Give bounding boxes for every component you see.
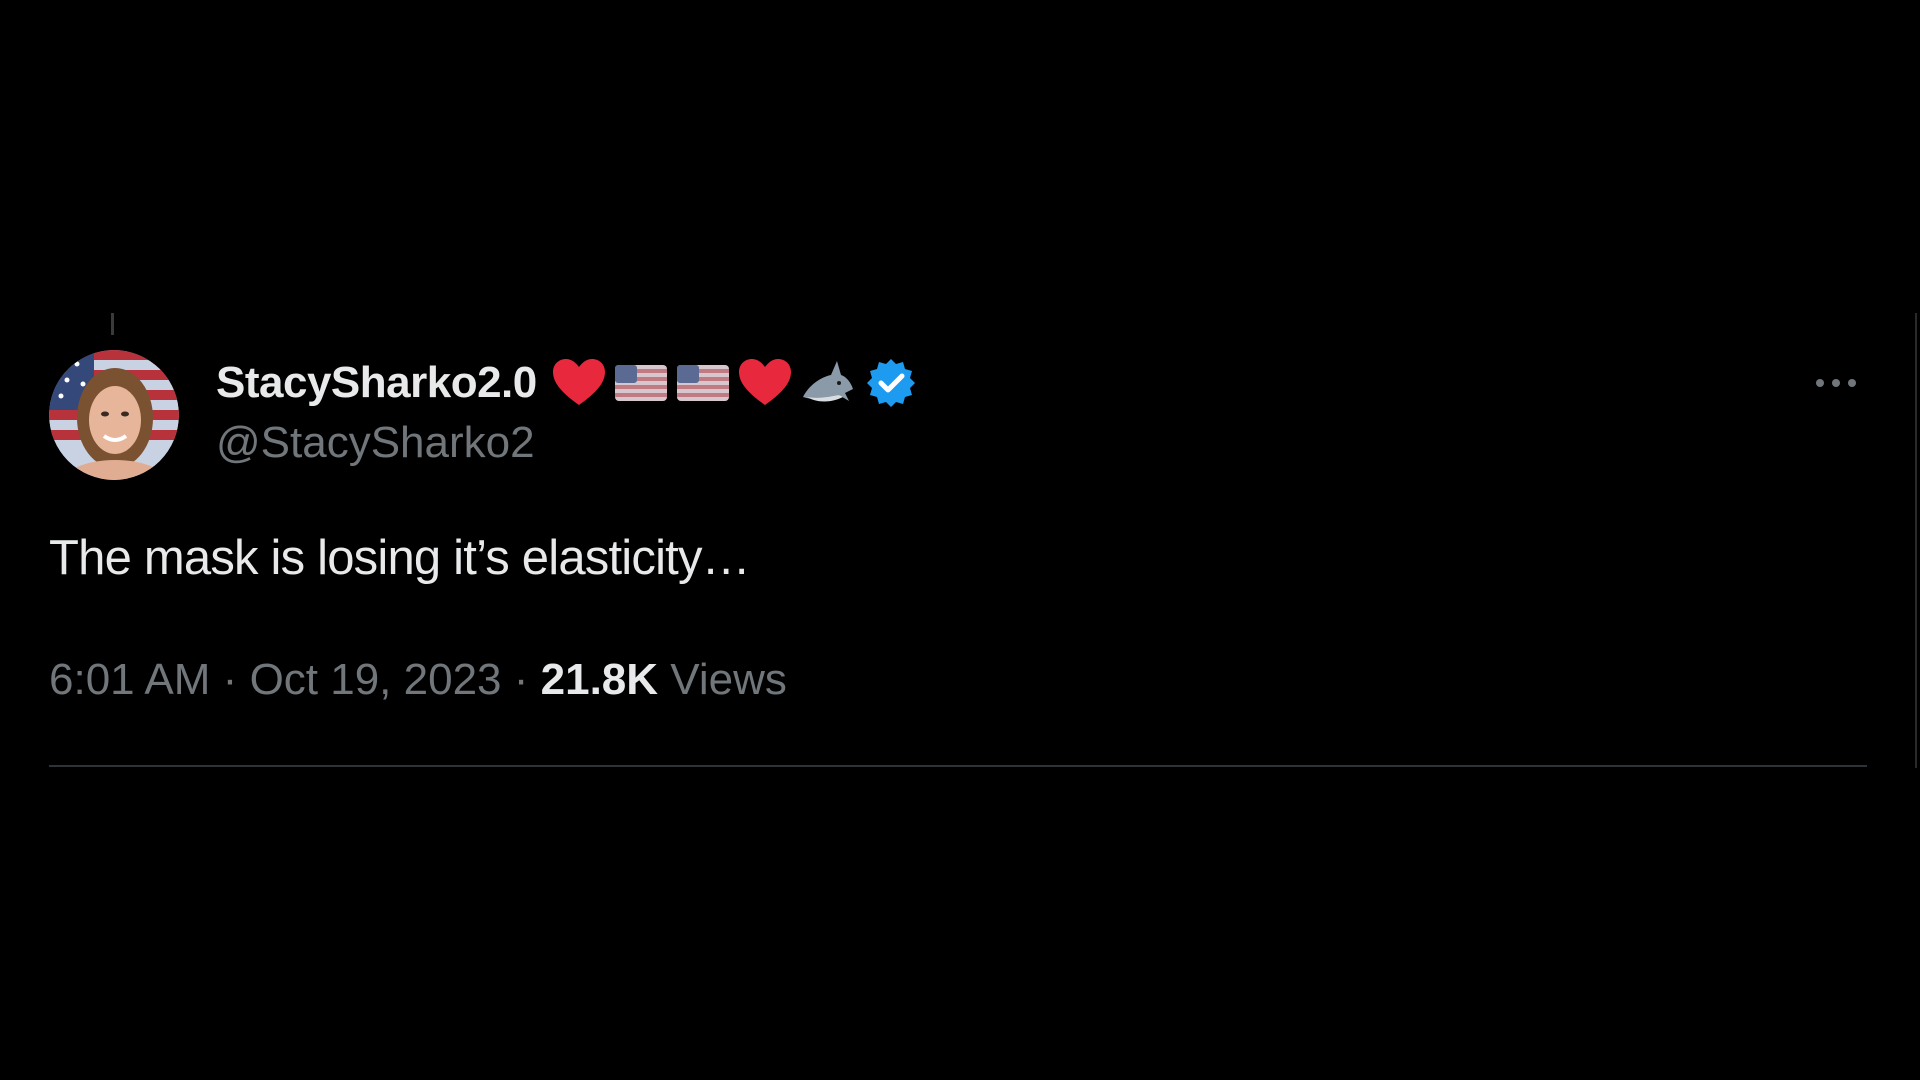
tweet-date[interactable]: Oct 19, 2023 bbox=[250, 655, 502, 704]
red-heart-icon bbox=[551, 357, 607, 409]
tweet-meta: 6:01 AM · Oct 19, 2023 · 21.8K Views bbox=[49, 655, 787, 705]
display-name[interactable]: StacySharko2.0 bbox=[216, 358, 537, 408]
more-options-icon[interactable] bbox=[1813, 368, 1859, 398]
meta-separator: · bbox=[513, 655, 529, 704]
column-border bbox=[1915, 313, 1917, 768]
avatar[interactable] bbox=[49, 350, 179, 480]
divider bbox=[49, 765, 1867, 767]
verified-badge-icon[interactable] bbox=[865, 357, 917, 409]
author-name-row[interactable]: StacySharko2.0 bbox=[216, 352, 917, 414]
tweet-time[interactable]: 6:01 AM bbox=[49, 655, 210, 704]
views-label[interactable]: Views bbox=[670, 655, 787, 704]
red-heart-icon bbox=[737, 357, 793, 409]
tweet-text: The mask is losing it’s elasticity… bbox=[49, 531, 751, 585]
meta-separator: · bbox=[222, 655, 238, 704]
us-flag-icon bbox=[675, 357, 731, 409]
shark-icon bbox=[799, 357, 855, 409]
thread-connector-line bbox=[111, 313, 114, 335]
views-count[interactable]: 21.8K bbox=[541, 655, 658, 704]
author-handle[interactable]: @StacySharko2 bbox=[216, 418, 535, 468]
us-flag-icon bbox=[613, 357, 669, 409]
